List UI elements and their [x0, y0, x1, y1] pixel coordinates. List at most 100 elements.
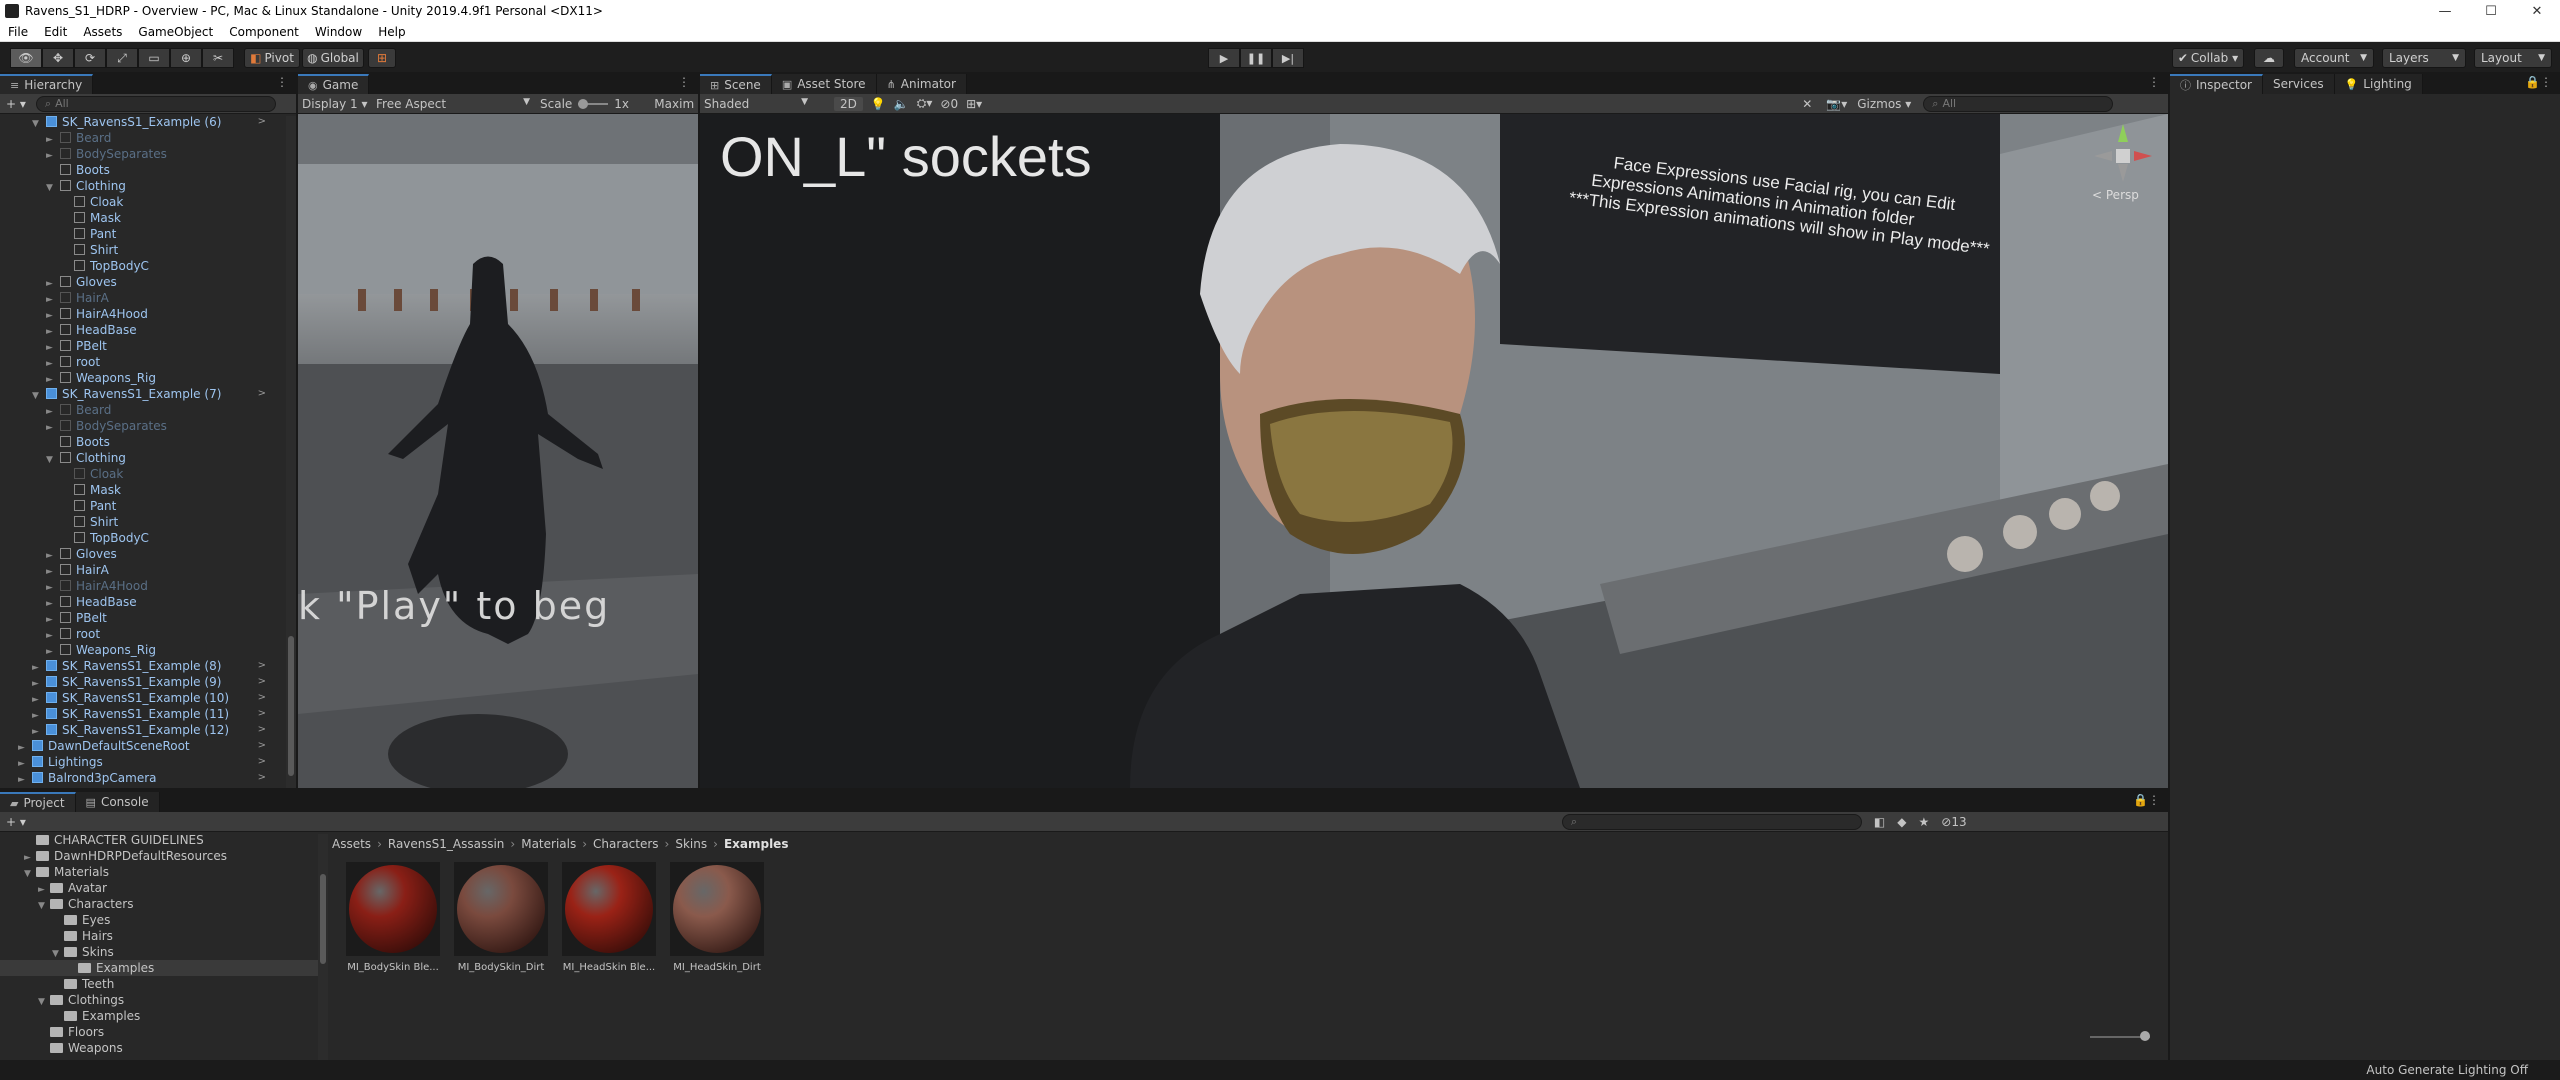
- hierarchy-item[interactable]: ► HairA4Hood: [0, 306, 280, 322]
- menu-help[interactable]: Help: [370, 25, 413, 39]
- lighting-toggle-icon[interactable]: 💡: [871, 97, 886, 111]
- account-dropdown[interactable]: Account ▼: [2294, 48, 2374, 68]
- tab-game[interactable]: ◉ Game: [298, 74, 370, 94]
- project-tree-scrollbar[interactable]: [318, 834, 328, 1060]
- hierarchy-item[interactable]: ► Gloves: [0, 546, 280, 562]
- slider-knob[interactable]: [2140, 1031, 2150, 1041]
- open-prefab-arrow-icon[interactable]: >: [258, 754, 266, 770]
- display-dropdown[interactable]: Display 1 ▾: [302, 97, 376, 111]
- scroll-thumb[interactable]: [320, 874, 326, 964]
- hierarchy-item[interactable]: Shirt: [0, 514, 280, 530]
- project-folder-item[interactable]: Weapons: [0, 1040, 320, 1056]
- open-prefab-arrow-icon[interactable]: >: [258, 658, 266, 674]
- orientation-gizmo[interactable]: [2090, 120, 2156, 186]
- hierarchy-item[interactable]: Pant: [0, 498, 280, 514]
- menu-assets[interactable]: Assets: [75, 25, 130, 39]
- hierarchy-scrollbar[interactable]: [286, 116, 296, 788]
- project-folder-item[interactable]: Teeth: [0, 976, 320, 992]
- hierarchy-item[interactable]: Mask: [0, 482, 280, 498]
- breadcrumb-item[interactable]: Characters: [593, 837, 659, 851]
- breadcrumb-item[interactable]: Assets: [332, 837, 371, 851]
- hierarchy-item[interactable]: Mask: [0, 210, 280, 226]
- move-tool-icon[interactable]: ✥: [42, 48, 74, 68]
- grid-toggle-icon[interactable]: ⊞▾: [966, 97, 982, 111]
- camera-dropdown-icon[interactable]: 📷▾: [1826, 97, 1847, 111]
- global-toggle[interactable]: ◍ Global: [302, 48, 364, 68]
- custom-tool-icon[interactable]: ✂: [202, 48, 234, 68]
- panel-menu-icon[interactable]: ⋮: [276, 75, 288, 89]
- breadcrumb-item[interactable]: Materials: [521, 837, 576, 851]
- tab-animator[interactable]: ⋔ Animator: [876, 74, 967, 94]
- hierarchy-item[interactable]: ► SK_RavensS1_Example (12) >: [0, 722, 280, 738]
- project-folder-item[interactable]: Hairs: [0, 928, 320, 944]
- filter-type-icon[interactable]: ◧: [1874, 815, 1885, 829]
- hierarchy-item[interactable]: ► HeadBase: [0, 594, 280, 610]
- lock-icon[interactable]: 🔒⋮: [2525, 75, 2552, 89]
- hierarchy-item[interactable]: TopBodyC: [0, 258, 280, 274]
- project-folder-item[interactable]: ▼ Characters: [0, 896, 320, 912]
- material-asset[interactable]: MI_BodySkin Ble...: [346, 862, 440, 973]
- hierarchy-item[interactable]: ▼ Clothing: [0, 450, 280, 466]
- project-folder-item[interactable]: Examples: [0, 1008, 320, 1024]
- create-button[interactable]: + ▾: [6, 97, 26, 111]
- scale-slider[interactable]: [578, 98, 609, 109]
- breadcrumb-current[interactable]: Examples: [724, 837, 789, 851]
- menu-gameobject[interactable]: GameObject: [130, 25, 221, 39]
- hierarchy-item[interactable]: ► SK_RavensS1_Example (8) >: [0, 658, 280, 674]
- collab-dropdown[interactable]: ✔ Collab ▾: [2172, 48, 2244, 68]
- effects-dropdown-icon[interactable]: ⛭▾: [917, 96, 933, 111]
- breadcrumb-item[interactable]: RavensS1_Assassin: [388, 837, 505, 851]
- open-prefab-arrow-icon[interactable]: >: [258, 722, 266, 738]
- hierarchy-item[interactable]: Boots: [0, 434, 280, 450]
- hierarchy-item[interactable]: ► DawnDefaultSceneRoot >: [0, 738, 280, 754]
- shading-dropdown[interactable]: Shaded ▼: [704, 97, 814, 111]
- project-folder-item[interactable]: ▼ Skins: [0, 944, 320, 960]
- hierarchy-item[interactable]: ► root: [0, 626, 280, 642]
- hierarchy-item[interactable]: Cloak: [0, 466, 280, 482]
- tools-icon[interactable]: ✕: [1802, 97, 1812, 111]
- tab-console[interactable]: ▤ Console: [75, 792, 160, 812]
- tab-services[interactable]: Services: [2262, 74, 2335, 94]
- maximize-button[interactable]: ☐: [2468, 0, 2514, 22]
- rotate-tool-icon[interactable]: ⟳: [74, 48, 106, 68]
- filter-label-icon[interactable]: ◆: [1897, 815, 1906, 829]
- hierarchy-item[interactable]: ► SK_RavensS1_Example (9) >: [0, 674, 280, 690]
- hierarchy-item[interactable]: ► Weapons_Rig: [0, 370, 280, 386]
- maximize-on-play-toggle[interactable]: Maxim: [654, 97, 694, 111]
- breadcrumb-item[interactable]: Skins: [675, 837, 707, 851]
- menu-file[interactable]: File: [0, 25, 36, 39]
- lock-icon[interactable]: 🔒⋮: [2133, 793, 2160, 807]
- game-viewport[interactable]: k "Play" to beg: [298, 114, 698, 788]
- hierarchy-item[interactable]: ► HairA4Hood: [0, 578, 280, 594]
- tab-inspector[interactable]: ⓘ Inspector: [2170, 74, 2263, 94]
- project-folder-item[interactable]: ► DawnHDRPDefaultResources: [0, 848, 320, 864]
- material-asset[interactable]: MI_HeadSkin_Dirt: [670, 862, 764, 973]
- hierarchy-item[interactable]: ► HairA: [0, 290, 280, 306]
- project-search-input[interactable]: ⌕: [1561, 813, 1862, 830]
- material-asset[interactable]: MI_HeadSkin Ble...: [562, 862, 656, 973]
- create-button[interactable]: + ▾: [6, 815, 26, 829]
- open-prefab-arrow-icon[interactable]: >: [258, 690, 266, 706]
- hierarchy-item[interactable]: ► BodySeparates: [0, 418, 280, 434]
- hierarchy-item[interactable]: ► SK_RavensS1_Example (10) >: [0, 690, 280, 706]
- scale-tool-icon[interactable]: ⤢: [106, 48, 138, 68]
- hierarchy-item[interactable]: ▼ SK_RavensS1_Example (6) >: [0, 114, 280, 130]
- hierarchy-item[interactable]: ▼ Clothing: [0, 178, 280, 194]
- slider-knob[interactable]: [578, 98, 589, 109]
- pivot-toggle[interactable]: ◧ Pivot: [244, 48, 300, 68]
- layers-dropdown[interactable]: Layers ▼: [2382, 48, 2466, 68]
- hierarchy-item[interactable]: ► Gloves: [0, 274, 280, 290]
- scene-viewport[interactable]: ON_L" sockets Face Expressions use Facia…: [700, 114, 2168, 788]
- hierarchy-item[interactable]: Pant: [0, 226, 280, 242]
- tab-scene[interactable]: ⊞ Scene: [700, 74, 772, 94]
- menu-edit[interactable]: Edit: [36, 25, 75, 39]
- audio-toggle-icon[interactable]: 🔈: [894, 97, 909, 111]
- menu-component[interactable]: Component: [221, 25, 307, 39]
- hierarchy-item[interactable]: ► Beard: [0, 402, 280, 418]
- hierarchy-item[interactable]: ► Balrond3pCamera >: [0, 770, 280, 786]
- pause-button[interactable]: ❚❚: [1240, 48, 1272, 68]
- hierarchy-search-input[interactable]: ⌕ All: [35, 95, 276, 112]
- project-folder-item[interactable]: CHARACTER GUIDELINES: [0, 832, 320, 848]
- thumbnail-size-slider[interactable]: [2090, 1031, 2150, 1041]
- view-tool-icon[interactable]: 👁: [10, 48, 42, 68]
